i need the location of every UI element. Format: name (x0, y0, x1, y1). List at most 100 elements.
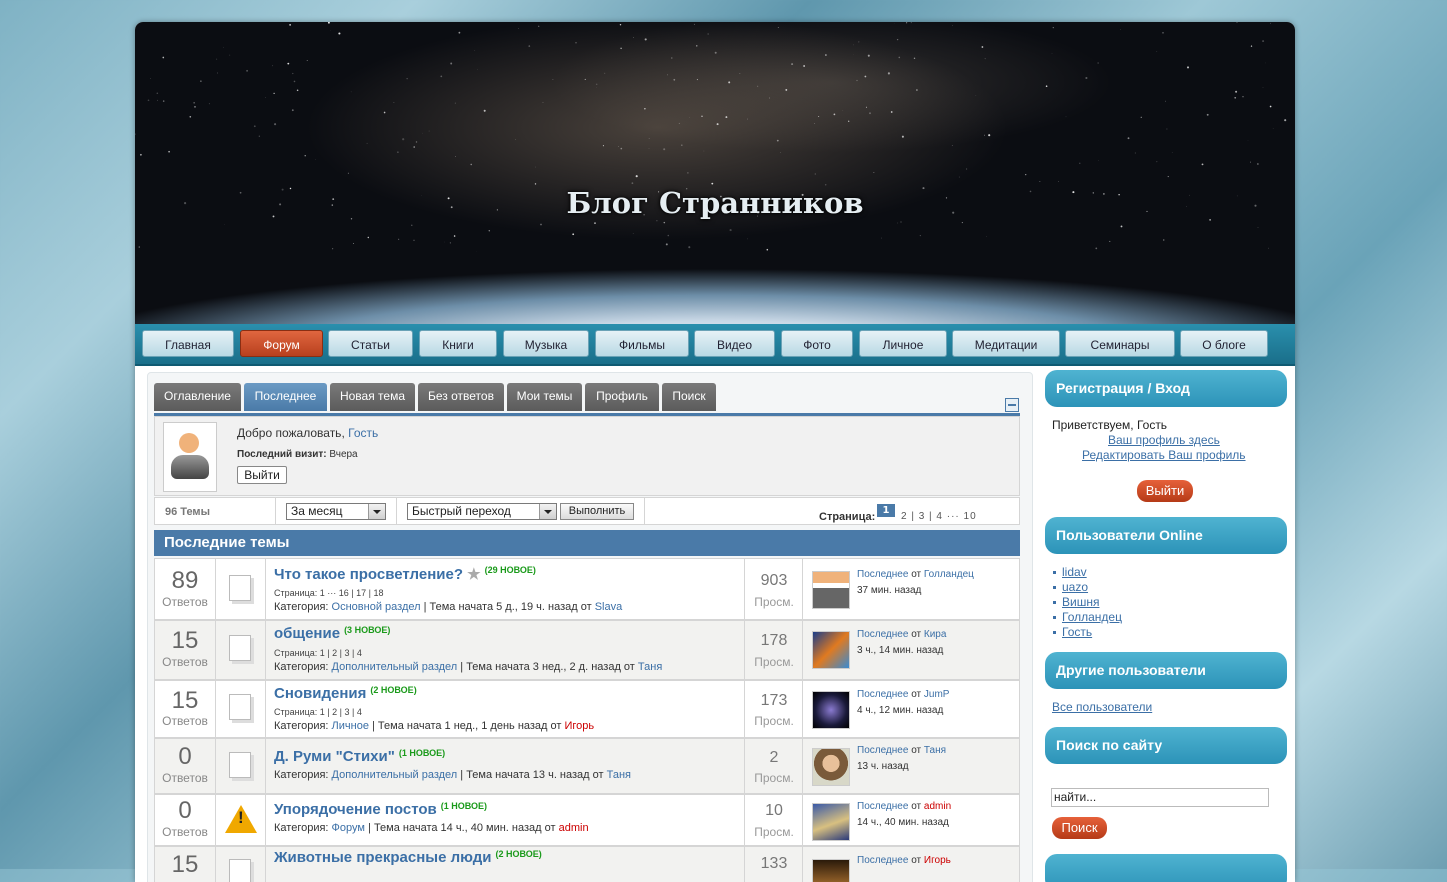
last-post-time: 37 мин. назад (857, 585, 921, 596)
tab-latest[interactable]: Последнее (244, 383, 327, 411)
online-user[interactable]: uazo (1062, 580, 1088, 594)
last-post-link[interactable]: Последнее (857, 569, 908, 580)
tab-unanswered[interactable]: Без ответов (418, 383, 504, 411)
nav-meditations[interactable]: Медитации (952, 330, 1060, 357)
topic-title[interactable]: Д. Руми "Стихи"(1 НОВОЕ) (274, 748, 445, 765)
topic-title-text[interactable]: общение (274, 625, 340, 642)
minimize-icon[interactable] (1005, 398, 1019, 412)
online-user[interactable]: lidav (1062, 565, 1087, 579)
last-poster-avatar[interactable] (812, 571, 850, 609)
online-user[interactable]: Гость (1062, 625, 1092, 639)
nav-forum[interactable]: Форум (240, 330, 323, 357)
last-poster-avatar[interactable] (812, 748, 850, 786)
replies-label: Ответов (155, 825, 215, 839)
site-search-input[interactable]: найти... (1051, 788, 1269, 807)
category-link[interactable]: Форум (332, 822, 365, 834)
star (696, 45, 697, 46)
last-post-link[interactable]: Последнее (857, 745, 908, 756)
tab-search[interactable]: Поиск (662, 383, 716, 411)
last-poster-link[interactable]: Таня (924, 745, 946, 756)
last-poster-avatar[interactable] (812, 803, 850, 841)
star (888, 72, 890, 74)
period-select[interactable]: За месяц (286, 503, 386, 520)
nav-films[interactable]: Фильмы (595, 330, 689, 357)
topic-title-text[interactable]: Животные прекрасные люди (274, 849, 492, 866)
nav-home[interactable]: Главная (142, 330, 234, 357)
pager-current[interactable]: 1 (877, 504, 895, 517)
author-link[interactable]: Игорь (565, 720, 595, 732)
star (150, 78, 151, 79)
online-user[interactable]: Голландец (1062, 610, 1122, 624)
tab-new-topic[interactable]: Новая тема (330, 383, 415, 411)
category-link[interactable]: Дополнительный раздел (332, 769, 458, 781)
category-link[interactable]: Личное (332, 720, 369, 732)
nav-music[interactable]: Музыка (503, 330, 589, 357)
topic-title[interactable]: Упорядочение постов(1 НОВОЕ) (274, 801, 487, 818)
nav-about[interactable]: О блоге (1180, 330, 1268, 357)
tab-my-topics[interactable]: Мои темы (507, 383, 582, 411)
all-users-link[interactable]: Все пользователи (1052, 700, 1152, 714)
topic-title[interactable]: Сновидения(2 НОВОЕ) (274, 685, 417, 702)
page-container: Блог Странников Главная Форум Статьи Кни… (135, 22, 1295, 882)
site-search-button[interactable]: Поиск (1052, 817, 1107, 839)
last-poster-avatar[interactable] (812, 691, 850, 729)
author-link[interactable]: Таня (638, 661, 662, 673)
pager-links[interactable]: 2 | 3 | 4 ··· 10 (901, 511, 977, 522)
star (791, 63, 793, 65)
last-poster-avatar[interactable] (812, 631, 850, 669)
topic-title-text[interactable]: Сновидения (274, 685, 366, 702)
profile-link[interactable]: Ваш профиль здесь (1108, 433, 1220, 447)
nav-books[interactable]: Книги (419, 330, 497, 357)
last-post-link[interactable]: Последнее (857, 689, 908, 700)
online-user[interactable]: Вишня (1062, 595, 1099, 609)
star (747, 239, 748, 240)
category-link[interactable]: Основной раздел (332, 601, 421, 613)
star-icon[interactable]: ★ (467, 566, 480, 583)
tab-profile[interactable]: Профиль (585, 383, 659, 411)
topic-pages[interactable]: Страница: 1 | 2 | 3 | 4 (274, 648, 362, 658)
execute-button[interactable]: Выполнить (560, 503, 634, 520)
author-link[interactable]: Таня (607, 769, 631, 781)
last-poster-avatar[interactable] (812, 859, 850, 882)
nav-personal[interactable]: Личное (859, 330, 947, 357)
star (414, 240, 415, 241)
site-title[interactable]: Блог Странников (135, 186, 1295, 220)
topic-title[interactable]: Что такое просветление? ★(29 НОВОЕ) (274, 565, 536, 583)
topic-title-text[interactable]: Упорядочение постов (274, 801, 437, 818)
topic-title-text[interactable]: Д. Руми "Стихи" (274, 748, 395, 765)
welcome-user-link[interactable]: Гость (348, 426, 378, 440)
topic-title[interactable]: Животные прекрасные люди(2 НОВОЕ) (274, 849, 542, 866)
last-post-link[interactable]: Последнее (857, 855, 908, 866)
edit-profile-link[interactable]: Редактировать Ваш профиль (1082, 448, 1246, 462)
last-poster-link[interactable]: JumP (924, 689, 950, 700)
star (687, 172, 688, 173)
last-poster-link[interactable]: Кира (924, 629, 947, 640)
nav-photo[interactable]: Фото (781, 330, 853, 357)
nav-seminars[interactable]: Семинары (1065, 330, 1175, 357)
tab-contents[interactable]: Оглавление (154, 383, 241, 411)
nav-articles[interactable]: Статьи (328, 330, 413, 357)
last-post-link[interactable]: Последнее (857, 629, 908, 640)
last-poster-link[interactable]: admin (924, 801, 951, 812)
star (1234, 97, 1236, 99)
logout-button[interactable]: Выйти (237, 466, 287, 484)
author-link[interactable]: admin (559, 822, 589, 834)
last-post-link[interactable]: Последнее (857, 801, 908, 812)
topic-pages[interactable]: Страница: 1 ··· 16 | 17 | 18 (274, 588, 384, 598)
topic-title-text[interactable]: Что такое просветление? (274, 566, 463, 583)
category-link[interactable]: Дополнительный раздел (332, 661, 458, 673)
star (397, 151, 399, 153)
sidebar-logout-button[interactable]: Выйти (1137, 480, 1193, 502)
last-post-from: от (911, 801, 921, 812)
topic-started: | Тема начата 13 ч. назад от (460, 769, 603, 781)
period-select-value: За месяц (291, 504, 343, 518)
author-link[interactable]: Slava (595, 601, 623, 613)
topic-pages[interactable]: Страница: 1 | 2 | 3 | 4 (274, 707, 362, 717)
last-poster-link[interactable]: Голландец (924, 569, 974, 580)
star (1284, 119, 1286, 121)
topic-title[interactable]: общение(3 НОВОЕ) (274, 625, 390, 642)
nav-video[interactable]: Видео (694, 330, 775, 357)
last-poster-link[interactable]: Игорь (924, 855, 951, 866)
quick-jump-select[interactable]: Быстрый переход (407, 503, 557, 520)
star (328, 22, 330, 24)
